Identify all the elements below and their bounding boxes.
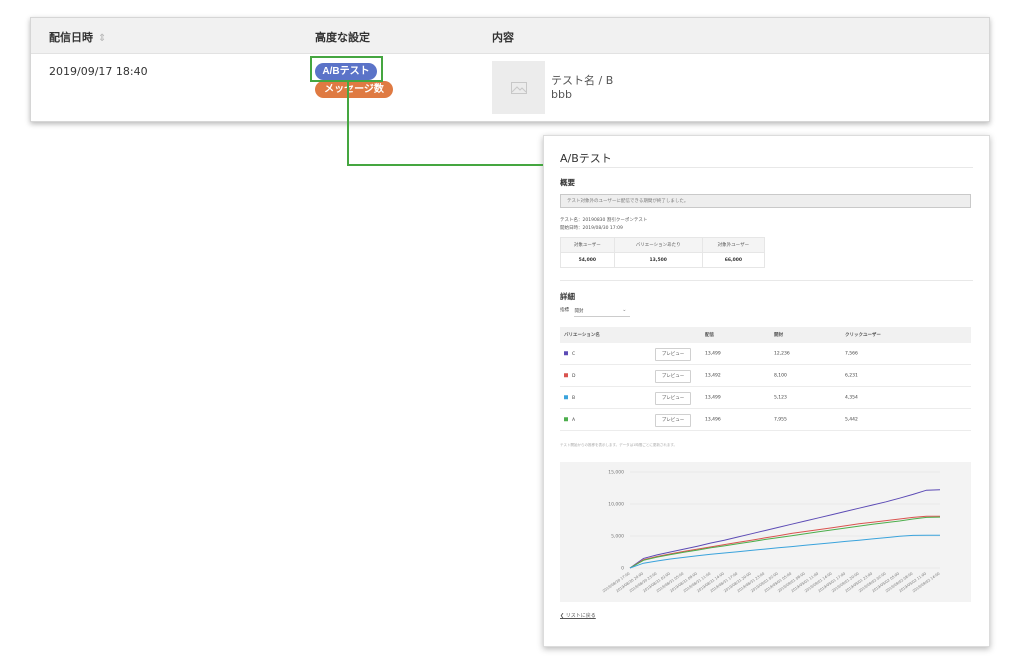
variation-name: C — [564, 350, 576, 357]
variation-name: B — [564, 394, 576, 401]
divider — [560, 167, 973, 168]
metric-label: 指標 — [560, 308, 569, 313]
variation-label: D — [572, 373, 576, 379]
series-line-D — [629, 515, 940, 569]
header-date[interactable]: 配信日時 ⇕ — [49, 29, 106, 45]
excluded-users-value: 66,000 — [701, 252, 766, 268]
sent-value: 13,492 — [705, 373, 721, 378]
variations-body: C プレビュー 13,499 12,236 7,566 D プレビュー 13,492 8,100… — [560, 343, 971, 431]
clicks-value: 7,566 — [845, 351, 858, 356]
test-name-label: テスト名： — [560, 218, 583, 223]
chevron-down-icon: ⌄ — [622, 307, 627, 313]
start-date-line: 開始日時：2019/08/30 17:09 — [560, 225, 623, 231]
series-line-A — [629, 516, 941, 569]
metric-select[interactable]: 開封 ⌄ — [574, 307, 631, 317]
summary-header: 対象外ユーザー — [701, 237, 766, 253]
message-thumbnail[interactable] — [492, 61, 545, 114]
divider — [560, 280, 973, 281]
target-users-value: 54,000 — [560, 252, 615, 268]
metric-row: 指標 開封 ⌄ — [560, 307, 631, 317]
test-name-line: テスト名：20190830 割引クーポンテスト — [560, 217, 647, 223]
series-line-B — [629, 534, 940, 569]
y-tick-label: 10,000 — [608, 502, 624, 508]
summary-table: 対象ユーザー バリエーションあたり 対象外ユーザー 54,000 13,500 … — [560, 237, 766, 268]
y-tick-label: 0 — [621, 566, 624, 572]
y-tick-label: 15,000 — [608, 470, 624, 476]
message-count-tag: メッセージ数 — [315, 81, 393, 98]
ab-test-detail-panel: A/Bテスト 概要 テスト対象外のユーザーに配信できる期間が終了しました。 テス… — [543, 135, 990, 647]
chart-svg: 05,00010,00015,0002019/08/30 17:002019/0… — [602, 470, 941, 594]
preview-button[interactable]: プレビュー — [655, 370, 691, 383]
metric-select-value: 開封 — [574, 309, 584, 314]
sent-value: 13,499 — [705, 395, 721, 400]
preview-button[interactable]: プレビュー — [655, 392, 691, 405]
variation-row: B プレビュー 13,499 5,123 4,354 — [560, 387, 971, 409]
variation-label: B — [572, 395, 576, 401]
panel-title: A/Bテスト — [560, 152, 612, 165]
variation-row: C プレビュー 13,499 12,236 7,566 — [560, 343, 971, 365]
clicks-value: 4,354 — [845, 395, 858, 400]
sent-value: 13,499 — [705, 351, 721, 356]
sort-icon[interactable]: ⇕ — [98, 33, 106, 44]
detail-heading: 詳細 — [560, 292, 575, 301]
chart-footnote: テスト開始からの推移を表示します。データは1時間ごとに更新されます。 — [560, 443, 678, 447]
summary-heading: 概要 — [560, 178, 575, 187]
opened-value: 12,236 — [774, 351, 790, 356]
image-placeholder-icon — [510, 81, 527, 94]
variation-row: A プレビュー 13,496 7,955 5,442 — [560, 409, 971, 431]
col-header-opened: 開封 — [774, 333, 783, 338]
variation-label: C — [572, 351, 576, 357]
preview-button[interactable]: プレビュー — [655, 414, 691, 427]
variation-name: A — [564, 416, 576, 423]
series-swatch — [564, 416, 568, 421]
per-variation-value: 13,500 — [613, 252, 703, 268]
series-swatch — [564, 394, 568, 399]
series-line-C — [629, 489, 941, 569]
variation-label: A — [572, 417, 576, 423]
clicks-value: 6,231 — [845, 373, 858, 378]
preview-button[interactable]: プレビュー — [655, 348, 691, 361]
variation-name: D — [564, 372, 576, 379]
clicks-value: 5,442 — [845, 417, 858, 422]
content-subtitle: bbb — [551, 88, 572, 101]
col-header-name: バリエーション名 — [564, 333, 600, 338]
series-swatch — [564, 350, 568, 355]
col-header-clicks: クリックユーザー — [845, 333, 881, 338]
start-date-value: 2019/08/30 17:09 — [582, 226, 623, 231]
series-swatch — [564, 372, 568, 377]
delivery-date: 2019/09/17 18:40 — [49, 65, 148, 78]
variations-table: バリエーション名 配信 開封 クリックユーザー C プレビュー 13,499 12,2… — [560, 327, 971, 431]
opened-value: 8,100 — [774, 373, 787, 378]
list-header-row: 配信日時 ⇕ 高度な設定 内容 — [31, 18, 989, 54]
opens-line-chart: 0 5,000 10,000 15,000 2019/08/30 17:00 2019/0… — [560, 462, 971, 602]
y-tick-label: 5,000 — [611, 534, 624, 540]
opened-value: 7,955 — [774, 417, 787, 422]
start-date-label: 開始日時： — [560, 226, 583, 231]
variation-row: D プレビュー 13,492 8,100 6,231 — [560, 365, 971, 387]
summary-header: 対象ユーザー — [560, 237, 615, 253]
variations-header-row: バリエーション名 配信 開封 クリックユーザー — [560, 327, 971, 343]
header-content: 内容 — [492, 31, 514, 44]
header-date-label: 配信日時 — [49, 31, 93, 44]
back-to-list-link[interactable]: ❮ リストに戻る — [560, 612, 596, 619]
summary-header: バリエーションあたり — [613, 237, 703, 253]
test-name-value: 20190830 割引クーポンテスト — [582, 218, 648, 223]
content-title: テスト名 / B — [551, 74, 614, 87]
sent-value: 13,496 — [705, 417, 721, 422]
col-header-sent: 配信 — [705, 333, 714, 338]
highlight-box — [310, 56, 383, 82]
message-list-card: 配信日時 ⇕ 高度な設定 内容 2019/09/17 18:40 メッセージ数 A… — [30, 17, 990, 122]
opened-value: 5,123 — [774, 395, 787, 400]
notice-bar: テスト対象外のユーザーに配信できる期間が終了しました。 — [560, 194, 971, 208]
header-advanced: 高度な設定 — [315, 31, 370, 44]
